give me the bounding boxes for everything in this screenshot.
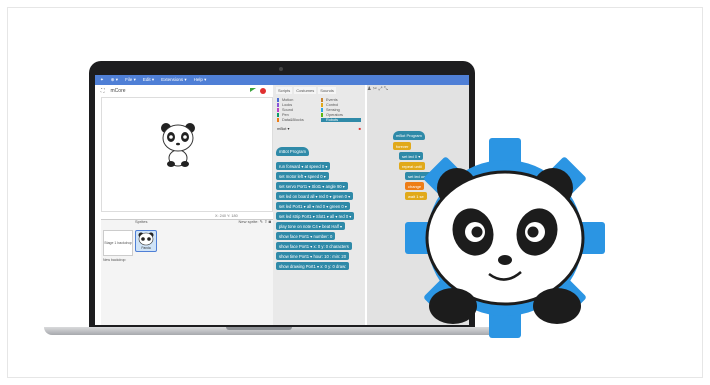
menubar: ✦ ⊕ ▾ File ▾ Edit ▾ Extensions ▾ Help ▾ — [95, 75, 469, 85]
sprite-panel: Stage 1 backdrop New backdrop: Panda — [101, 219, 273, 325]
sprites-title: Sprites — [135, 219, 148, 224]
menu-edit[interactable]: Edit ▾ — [143, 77, 154, 83]
new-backdrop-label: New backdrop: — [103, 258, 127, 262]
category-events[interactable]: Events — [321, 98, 361, 102]
category-robots[interactable]: Robots — [321, 118, 361, 122]
block-show-face-characters[interactable]: show face Port1 ▾ x: 0 y: 0 characters — [276, 242, 352, 250]
camera-icon[interactable]: ◙ — [269, 219, 271, 224]
block-show-face-number[interactable]: show face Port1 ▾ number: 0 — [276, 232, 336, 240]
fullscreen-icon[interactable]: ⛶ — [101, 88, 105, 94]
connection-status-icon: ■ — [358, 126, 361, 131]
menu-extensions[interactable]: Extensions ▾ — [161, 77, 187, 83]
globe-icon[interactable]: ⊕ ▾ — [111, 77, 118, 83]
stop-icon[interactable] — [260, 88, 266, 94]
block-set-motor[interactable]: set motor left ▾ speed 0 ▾ — [276, 172, 329, 180]
tab-sounds[interactable]: Sounds — [318, 87, 336, 94]
stage-coords: X: 240 Y: 180 — [215, 214, 238, 218]
tab-costumes[interactable]: Costumes — [294, 87, 317, 94]
category-data[interactable]: Data&Blocks — [277, 118, 317, 122]
category-control[interactable]: Control — [321, 103, 361, 107]
sprite-name: mCore — [110, 87, 126, 94]
sprite-thumb-label: Panda — [141, 246, 151, 250]
category-motion[interactable]: Motion — [277, 98, 317, 102]
category-sensing[interactable]: Sensing — [321, 108, 361, 112]
stage-thumbnail[interactable]: Stage 1 backdrop — [103, 230, 133, 256]
stamp-icon[interactable]: ♟ — [367, 86, 371, 92]
upload-icon[interactable]: ⇪ — [264, 219, 267, 224]
category-pen[interactable]: Pen — [277, 113, 317, 117]
category-list: Motion Events Looks Control Sound Sensin… — [273, 96, 365, 124]
category-sound[interactable]: Sound — [277, 108, 317, 112]
panda-thumb-icon — [138, 232, 154, 246]
panda-gear-logo — [405, 138, 605, 338]
grow-icon[interactable]: ⤢ — [378, 86, 382, 92]
stage-header: ⛶ mCore — [95, 85, 273, 96]
block-list: mBot Program run forward ▾ at speed 0 ▾ … — [276, 147, 366, 272]
sprite-thumbnail[interactable]: Panda — [135, 230, 157, 252]
block-set-servo[interactable]: set servo Port1 ▾ Slot1 ▾ angle 90 ▾ — [276, 182, 348, 190]
sprites-header: Sprites New sprite: ✎ ⇪ ◙ — [133, 219, 273, 227]
block-set-led[interactable]: set led Port1 ▾ all ▾ red 0 ▾ green 0 ▾ — [276, 202, 350, 210]
block-set-led-strip[interactable]: set led strip Port1 ▾ Slot1 ▾ all ▾ red … — [276, 212, 355, 220]
block-show-time[interactable]: show time Port1 ▾ hour: 10 : min: 20 — [276, 252, 350, 260]
app-logo-icon[interactable]: ✦ — [100, 77, 104, 83]
block-mbot-program[interactable]: mBot Program — [276, 147, 309, 156]
block-palette: Scripts Costumes Sounds Motion Events Lo… — [273, 85, 365, 325]
shrink-icon[interactable]: ⤡ — [384, 86, 388, 92]
block-run-forward[interactable]: run forward ▾ at speed 0 ▾ — [276, 162, 331, 170]
script-toolbar: ♟ ✂ ⤢ ⤡ — [367, 86, 388, 92]
device-select[interactable]: mBot ▾ — [277, 126, 289, 131]
paint-brush-icon[interactable]: ✎ — [260, 219, 263, 224]
menu-help[interactable]: Help ▾ — [194, 77, 207, 83]
new-sprite-tools: New sprite: ✎ ⇪ ◙ — [238, 219, 271, 227]
new-sprite-label: New sprite: — [238, 219, 259, 224]
editor-tabs: Scripts Costumes Sounds — [273, 85, 365, 96]
stage-canvas[interactable] — [101, 97, 273, 212]
tab-scripts[interactable]: Scripts — [276, 87, 293, 94]
category-operators[interactable]: Operators — [321, 113, 361, 117]
block-play-tone[interactable]: play tone on note C4 ▾ beat Half ▾ — [276, 222, 346, 230]
menu-file[interactable]: File ▾ — [125, 77, 136, 83]
green-flag-icon[interactable] — [250, 88, 256, 92]
block-set-led-on-board[interactable]: set led on board all ▾ red 0 ▾ green 0 ▾ — [276, 192, 354, 200]
block-show-drawing[interactable]: show drawing Port1 ▾ x: 0 y: 0 draw: — [276, 262, 350, 270]
laptop-notch — [226, 327, 292, 330]
panda-sprite[interactable] — [158, 120, 198, 168]
cut-icon[interactable]: ✂ — [373, 86, 377, 92]
category-looks[interactable]: Looks — [277, 103, 317, 107]
camera-dot — [279, 67, 283, 71]
